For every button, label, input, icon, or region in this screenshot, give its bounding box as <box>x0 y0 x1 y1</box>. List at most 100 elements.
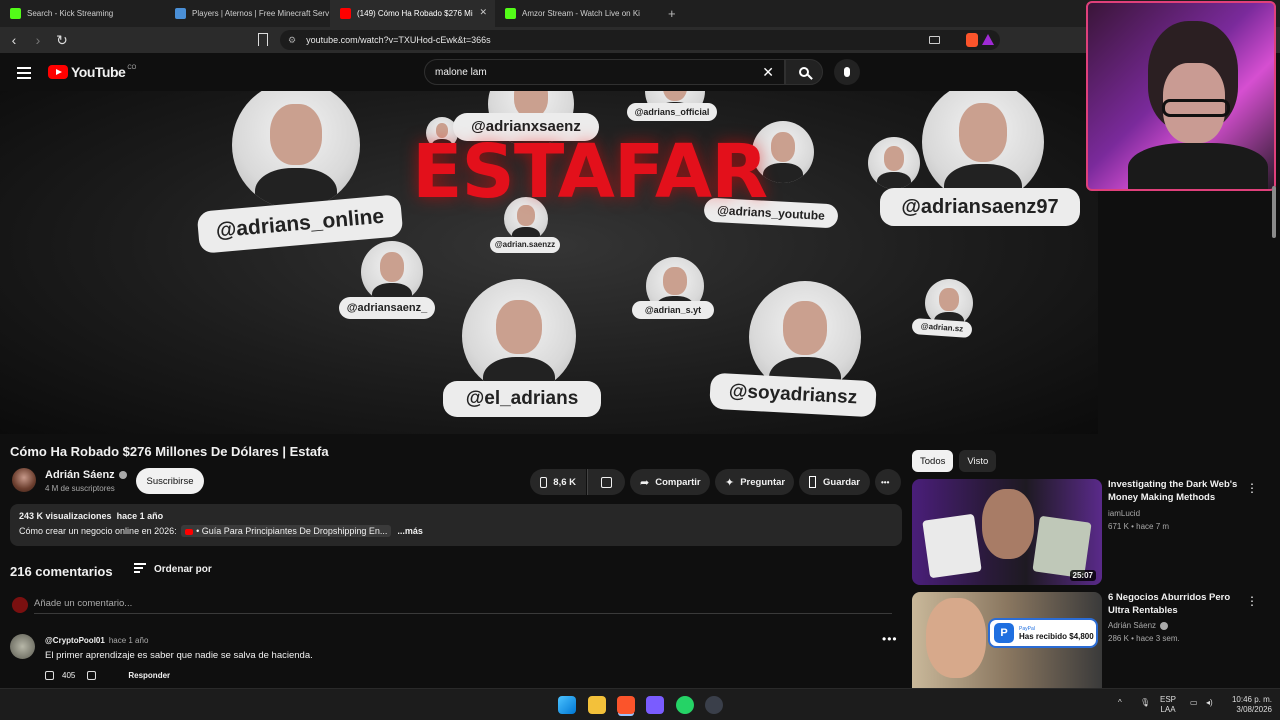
video-meta: 671 K • hace 7 m <box>1108 522 1170 531</box>
comment-menu-icon[interactable]: ••• <box>882 632 898 646</box>
country-code: CO <box>127 65 137 71</box>
user-avatar <box>12 597 28 613</box>
menu-icon[interactable] <box>17 67 31 82</box>
address-bar[interactable]: ⚙ youtube.com/watch?v=TXUHod-cEwk&t=366s <box>280 30 1000 50</box>
youtube-mini-icon <box>185 528 194 535</box>
chip-all[interactable]: Todos <box>912 450 954 472</box>
channel-name[interactable]: Adrián Sáenz <box>45 469 127 481</box>
sparkle-icon: ✦ <box>725 476 735 489</box>
channel-avatar[interactable] <box>12 468 36 492</box>
comment-author-avatar[interactable] <box>10 634 35 659</box>
volume-icon[interactable]: ◂) <box>1206 698 1213 708</box>
brave-shield-icon[interactable] <box>966 33 978 47</box>
video-channel[interactable]: Adrián Sáenz <box>1108 621 1169 630</box>
clock-date: 3/08/2026 <box>1236 705 1272 714</box>
page-scrollbar[interactable] <box>1272 186 1276 238</box>
view-count: 243 K visualizaciones <box>19 511 112 521</box>
ask-button[interactable]: ✦ Preguntar <box>715 469 794 495</box>
bookmark-save-icon <box>809 476 817 488</box>
more-actions-button[interactable]: ••• <box>875 469 901 495</box>
windows-start-icon[interactable] <box>558 696 576 714</box>
reply-button[interactable]: Responder <box>128 671 170 680</box>
recommended-video[interactable]: 25:07 Investigating the Dark Web's Money… <box>912 479 1272 585</box>
url-text: youtube.com/watch?v=TXUHod-cEwk&t=366s <box>306 35 491 45</box>
video-meta: 286 K • hace 3 sem. <box>1108 634 1180 643</box>
description-meta: 243 K visualizaciones hace 1 año <box>19 511 893 521</box>
whatsapp-icon[interactable] <box>676 696 694 714</box>
youtube-logo[interactable]: YouTube CO <box>48 64 136 80</box>
webcam-glasses <box>1162 99 1230 117</box>
site-info-icon[interactable]: ⚙ <box>288 35 296 46</box>
handle-label: @adrian.saenzz <box>490 237 560 253</box>
recommended-video[interactable]: P PayPal Has recibido $4,800 6 Negocios A… <box>912 592 1272 698</box>
handle-label: @adrian.sz <box>911 317 973 339</box>
reload-icon[interactable]: ↻ <box>52 32 72 49</box>
close-tab-icon[interactable]: ✕ <box>479 7 487 18</box>
add-comment-input[interactable]: Añade un comentario... <box>34 598 132 609</box>
share-button[interactable]: ➦ Compartir <box>630 469 710 495</box>
comment-text: El primer aprendizaje es saber que nadie… <box>45 650 313 661</box>
cast-icon[interactable] <box>929 36 940 44</box>
brave-browser-icon[interactable] <box>617 696 635 714</box>
person-graphic <box>982 489 1034 559</box>
like-button[interactable]: 8,6 K <box>530 469 586 495</box>
kick-icon <box>505 8 516 19</box>
webcam-overlay <box>1086 1 1276 191</box>
tab-youtube-video[interactable]: (149) Cómo Ha Robado $276 Mi ✕ <box>330 0 495 27</box>
handle-label: @el_adrians <box>443 381 601 417</box>
comment-dislike-icon[interactable] <box>87 671 97 680</box>
video-channel[interactable]: iamLucid <box>1108 509 1140 518</box>
save-button[interactable]: Guardar <box>799 469 870 495</box>
bookmark-icon[interactable] <box>258 33 268 46</box>
tab-kick-stream[interactable]: Amzor Stream - Watch Live on Ki <box>495 0 660 27</box>
handle-label: @adrians_online <box>196 194 404 254</box>
comment-age[interactable]: hace 1 año <box>109 636 149 645</box>
voice-search-button[interactable] <box>834 59 860 85</box>
video-views: 286 K <box>1108 634 1129 643</box>
new-tab-button[interactable]: + <box>668 6 676 21</box>
windows-taskbar: ^ 🎙 ESP LAA ▭ ◂) 10:46 p. m. 3/08/2026 <box>0 688 1280 720</box>
profile-photo <box>922 91 1044 203</box>
search-button[interactable] <box>785 59 823 85</box>
game-controller-icon[interactable] <box>646 696 664 714</box>
description-line: Cómo crear un negocio online en 2026: • … <box>19 525 893 537</box>
video-title[interactable]: Investigating the Dark Web's Money Makin… <box>1108 479 1248 504</box>
video-thumbnail[interactable]: P PayPal Has recibido $4,800 <box>912 592 1102 698</box>
tab-aternos[interactable]: Players | Aternos | Free Minecraft Serv <box>165 0 330 27</box>
verified-icon <box>1160 621 1169 630</box>
save-label: Guardar <box>823 476 860 488</box>
network-icon[interactable]: ▭ <box>1190 698 1198 708</box>
description-box[interactable]: 243 K visualizaciones hace 1 año Cómo cr… <box>10 504 902 546</box>
comment-author[interactable]: @CryptoPool01 <box>45 636 105 645</box>
thumbs-up-icon <box>540 476 548 488</box>
tray-mic-icon[interactable]: 🎙 <box>1140 698 1150 708</box>
video-menu-icon[interactable]: ⋮ <box>1246 481 1259 495</box>
steam-icon[interactable] <box>705 696 723 714</box>
back-icon[interactable]: ‹ <box>4 32 24 48</box>
lang-top: ESP <box>1160 695 1177 704</box>
tab-kick-search[interactable]: Search - Kick Streaming <box>0 0 165 27</box>
dislike-button[interactable] <box>587 469 625 495</box>
tray-chevron-icon[interactable]: ^ <box>1118 698 1122 708</box>
share-label: Compartir <box>655 476 701 488</box>
sort-button[interactable]: Ordenar por <box>134 563 212 575</box>
chip-watched[interactable]: Visto <box>959 450 997 472</box>
clock[interactable]: 10:46 p. m. 3/08/2026 <box>1226 695 1272 715</box>
brave-rewards-icon[interactable] <box>982 34 994 45</box>
video-player[interactable]: @adrianxsaenz @adrians_official @adrians… <box>0 91 1098 434</box>
video-title[interactable]: 6 Negocios Aburridos Pero Ultra Rentable… <box>1108 592 1248 617</box>
forward-icon[interactable]: › <box>28 32 48 48</box>
clear-search-icon[interactable]: ✕ <box>762 64 774 81</box>
comment-like-icon[interactable] <box>45 671 54 680</box>
description-link[interactable]: • Guía Para Principiantes De Dropshippin… <box>181 525 392 537</box>
file-explorer-icon[interactable] <box>588 696 606 714</box>
search-query: malone lam <box>435 66 487 78</box>
paypal-amount: Has recibido $4,800 <box>1019 631 1094 641</box>
video-menu-icon[interactable]: ⋮ <box>1246 594 1259 608</box>
video-thumbnail[interactable]: 25:07 <box>912 479 1102 585</box>
youtube-icon <box>340 8 351 19</box>
subscribe-button[interactable]: Suscribirse <box>136 468 204 494</box>
keyboard-language[interactable]: ESP LAA <box>1160 695 1176 715</box>
show-more-link[interactable]: ...más <box>397 526 423 536</box>
search-input[interactable]: malone lam ✕ <box>424 59 785 85</box>
